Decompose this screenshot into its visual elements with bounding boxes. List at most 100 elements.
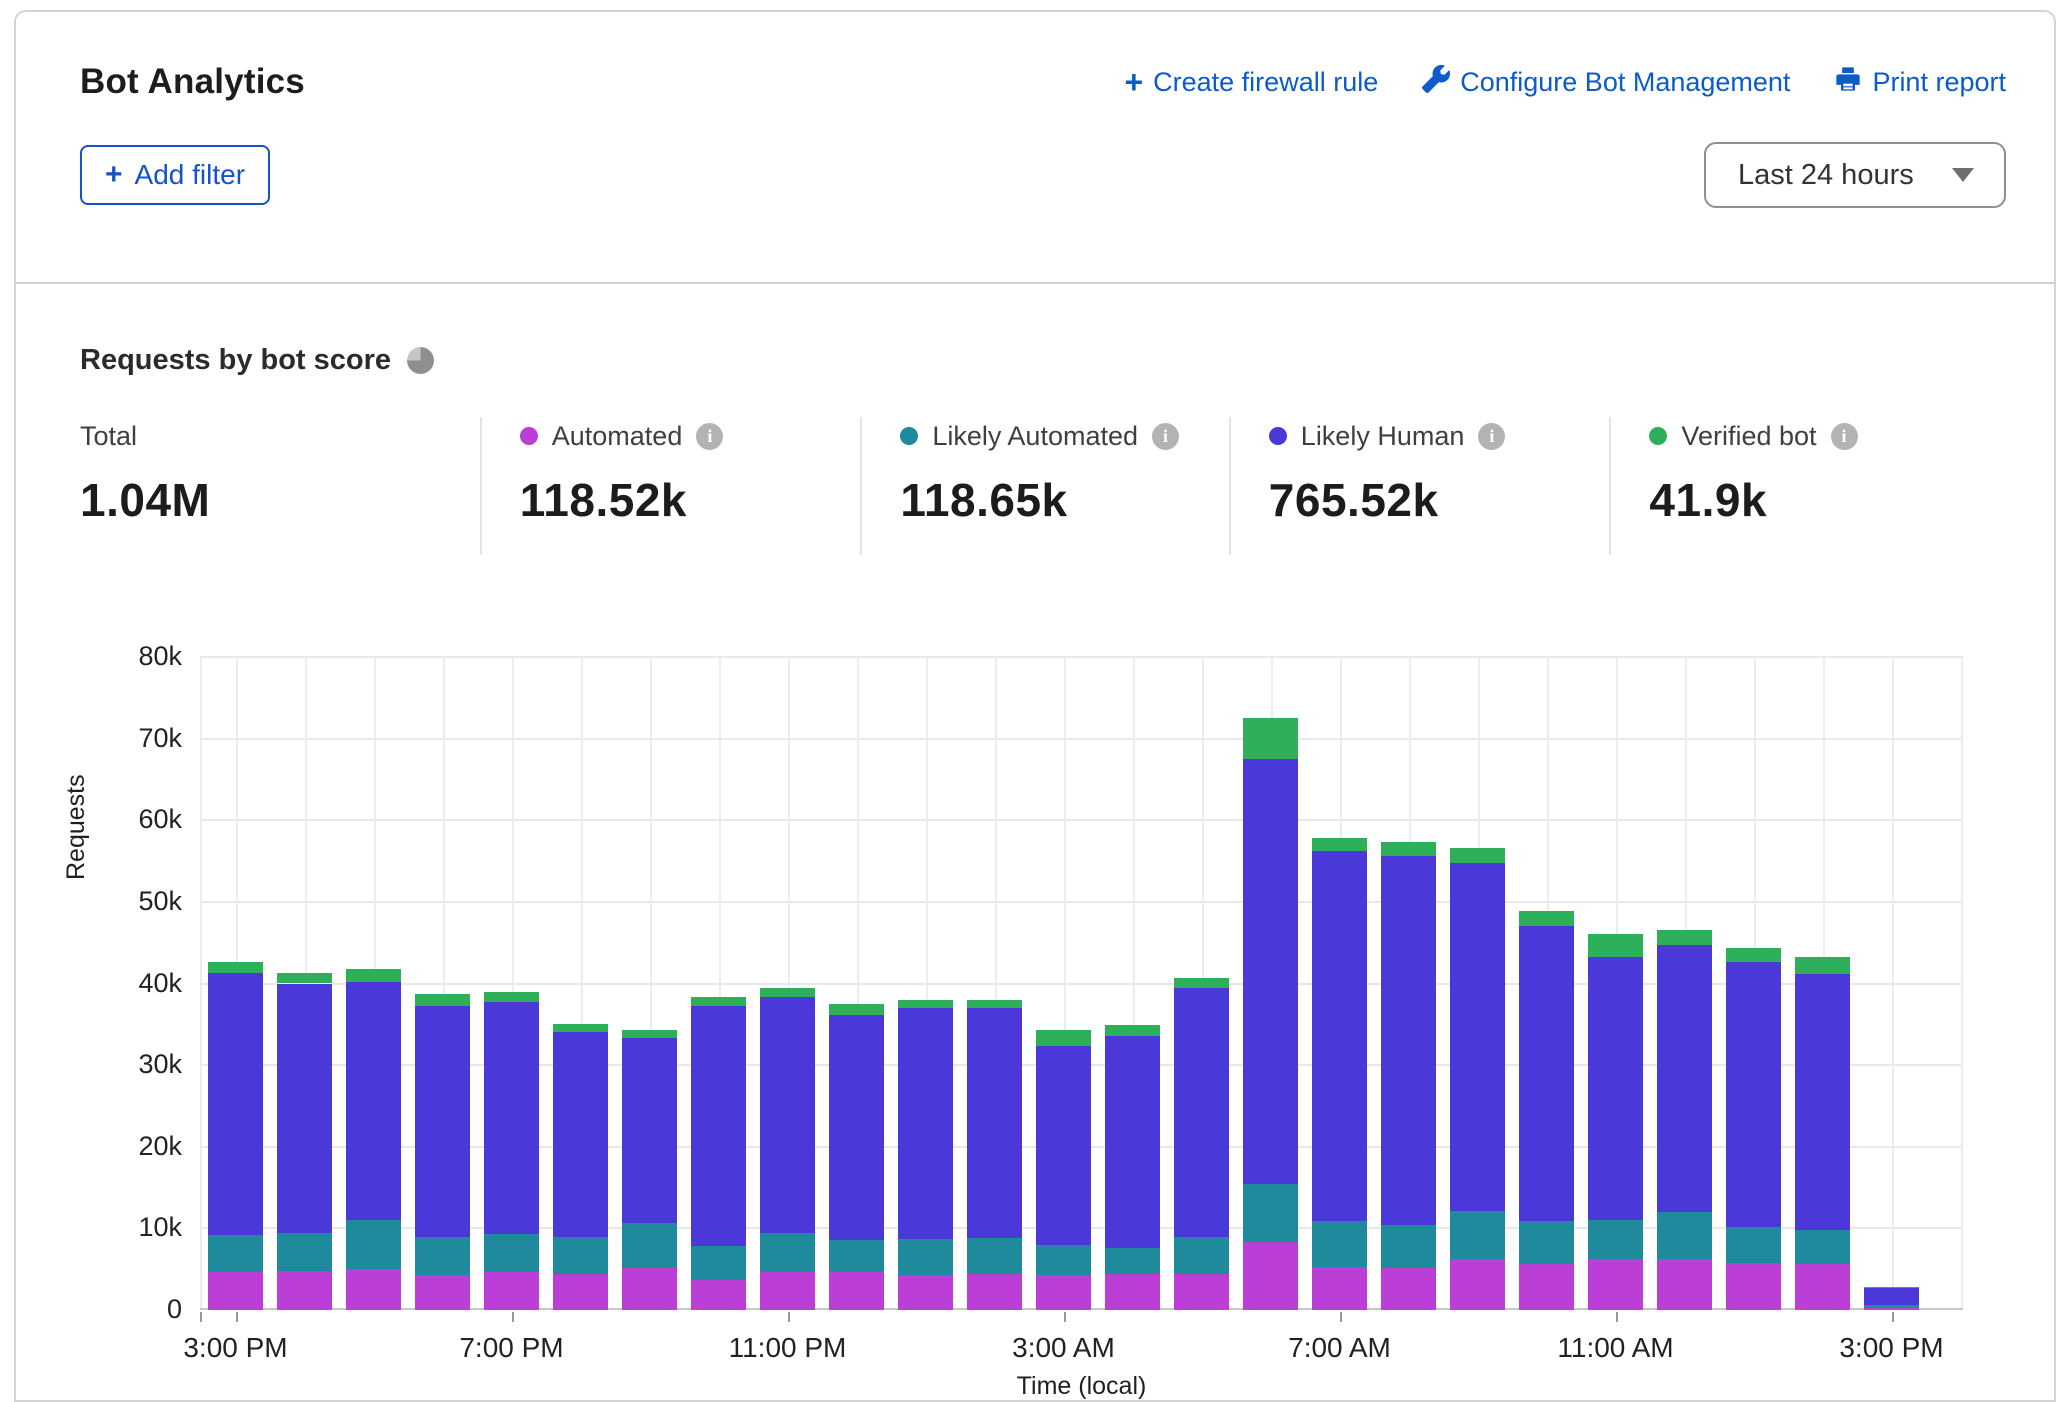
bar-segment[interactable] [1243, 1184, 1298, 1242]
bar-segment[interactable] [1588, 957, 1643, 1221]
bar-segment[interactable] [208, 962, 263, 973]
bar-segment[interactable] [1519, 1264, 1574, 1310]
bar-segment[interactable] [415, 1237, 470, 1275]
bar-segment[interactable] [1036, 1245, 1091, 1275]
bar-segment[interactable] [898, 1008, 953, 1239]
bar-segment[interactable] [1243, 718, 1298, 759]
bar-segment[interactable] [277, 1233, 332, 1271]
bar-segment[interactable] [1450, 848, 1505, 863]
bar-segment[interactable] [415, 1275, 470, 1310]
bar-segment[interactable] [1795, 1264, 1850, 1310]
bar-segment[interactable] [1381, 856, 1436, 1225]
bar-segment[interactable] [1312, 1221, 1367, 1267]
bar-segment[interactable] [1657, 930, 1712, 945]
bar-segment[interactable] [1312, 851, 1367, 1221]
bar-segment[interactable] [484, 1272, 539, 1310]
bar-segment[interactable] [1450, 863, 1505, 1212]
info-icon[interactable]: i [1478, 423, 1505, 450]
bar-segment[interactable] [1726, 948, 1781, 962]
bar-segment[interactable] [1243, 759, 1298, 1184]
bar-segment[interactable] [898, 1275, 953, 1310]
bar-segment[interactable] [1726, 1227, 1781, 1264]
bar-segment[interactable] [691, 997, 746, 1006]
bar-segment[interactable] [1105, 1025, 1160, 1036]
bar-segment[interactable] [898, 1000, 953, 1008]
bar-segment[interactable] [346, 982, 401, 1220]
bar-segment[interactable] [691, 1006, 746, 1247]
bar-segment[interactable] [208, 1272, 263, 1310]
bar-segment[interactable] [829, 1272, 884, 1310]
bar-segment[interactable] [553, 1024, 608, 1032]
bar-segment[interactable] [1519, 911, 1574, 927]
configure-bot-management-link[interactable]: Configure Bot Management [1422, 65, 1790, 100]
bar-segment[interactable] [553, 1274, 608, 1310]
bar-segment[interactable] [1588, 934, 1643, 957]
bar-segment[interactable] [1312, 1267, 1367, 1310]
time-range-dropdown[interactable]: Last 24 hours [1704, 142, 2006, 208]
bar-segment[interactable] [967, 1008, 1022, 1238]
bar-segment[interactable] [1519, 926, 1574, 1221]
bar-segment[interactable] [346, 969, 401, 982]
bar-segment[interactable] [1864, 1308, 1919, 1310]
bar-segment[interactable] [622, 1223, 677, 1267]
bar-segment[interactable] [622, 1038, 677, 1223]
bar-segment[interactable] [1105, 1248, 1160, 1274]
bar-segment[interactable] [829, 1015, 884, 1240]
bar-segment[interactable] [1105, 1036, 1160, 1248]
bar-segment[interactable] [346, 1269, 401, 1310]
bar-segment[interactable] [277, 973, 332, 984]
info-icon[interactable]: i [1152, 423, 1179, 450]
bar-segment[interactable] [1105, 1274, 1160, 1310]
bar-segment[interactable] [1174, 1274, 1229, 1310]
bar-segment[interactable] [967, 1000, 1022, 1008]
bar-segment[interactable] [760, 988, 815, 998]
bar-segment[interactable] [553, 1032, 608, 1236]
bar-segment[interactable] [1588, 1220, 1643, 1258]
bar-segment[interactable] [208, 973, 263, 1235]
bar-segment[interactable] [1795, 957, 1850, 973]
bar-segment[interactable] [1450, 1259, 1505, 1310]
info-icon[interactable]: i [696, 423, 723, 450]
add-filter-button[interactable]: + Add filter [80, 145, 270, 205]
bar-segment[interactable] [760, 997, 815, 1233]
bar-segment[interactable] [1657, 1259, 1712, 1310]
bar-segment[interactable] [553, 1237, 608, 1275]
bar-segment[interactable] [1864, 1288, 1919, 1305]
bar-segment[interactable] [1864, 1305, 1919, 1307]
bar-segment[interactable] [760, 1233, 815, 1272]
bar-segment[interactable] [1795, 1230, 1850, 1264]
bar-segment[interactable] [415, 1006, 470, 1237]
bar-segment[interactable] [1036, 1046, 1091, 1245]
bar-segment[interactable] [967, 1274, 1022, 1310]
info-icon[interactable]: i [1831, 423, 1858, 450]
bar-segment[interactable] [1450, 1211, 1505, 1258]
print-report-link[interactable]: Print report [1834, 65, 2006, 100]
bar-segment[interactable] [691, 1280, 746, 1310]
bar-segment[interactable] [1726, 1263, 1781, 1310]
bar-segment[interactable] [898, 1239, 953, 1275]
bar-segment[interactable] [829, 1004, 884, 1015]
bar-segment[interactable] [1174, 988, 1229, 1236]
bar-segment[interactable] [1726, 962, 1781, 1226]
bar-segment[interactable] [484, 992, 539, 1003]
bar-segment[interactable] [1519, 1221, 1574, 1264]
bar-segment[interactable] [415, 994, 470, 1005]
bar-segment[interactable] [1312, 838, 1367, 851]
bar-segment[interactable] [1243, 1242, 1298, 1310]
bar-segment[interactable] [346, 1220, 401, 1269]
bar-segment[interactable] [277, 984, 332, 1234]
bar-segment[interactable] [208, 1235, 263, 1272]
bar-segment[interactable] [1036, 1030, 1091, 1046]
bar-segment[interactable] [484, 1002, 539, 1234]
bar-segment[interactable] [1174, 978, 1229, 989]
bar-segment[interactable] [484, 1234, 539, 1272]
bar-segment[interactable] [1864, 1287, 1919, 1288]
create-firewall-rule-link[interactable]: + Create firewall rule [1124, 66, 1378, 98]
bar-segment[interactable] [691, 1246, 746, 1279]
bar-segment[interactable] [1381, 1225, 1436, 1268]
bar-segment[interactable] [1174, 1237, 1229, 1275]
bar-segment[interactable] [1381, 1268, 1436, 1310]
bar-segment[interactable] [1657, 1212, 1712, 1259]
bar-segment[interactable] [1795, 974, 1850, 1230]
bar-segment[interactable] [1036, 1275, 1091, 1310]
